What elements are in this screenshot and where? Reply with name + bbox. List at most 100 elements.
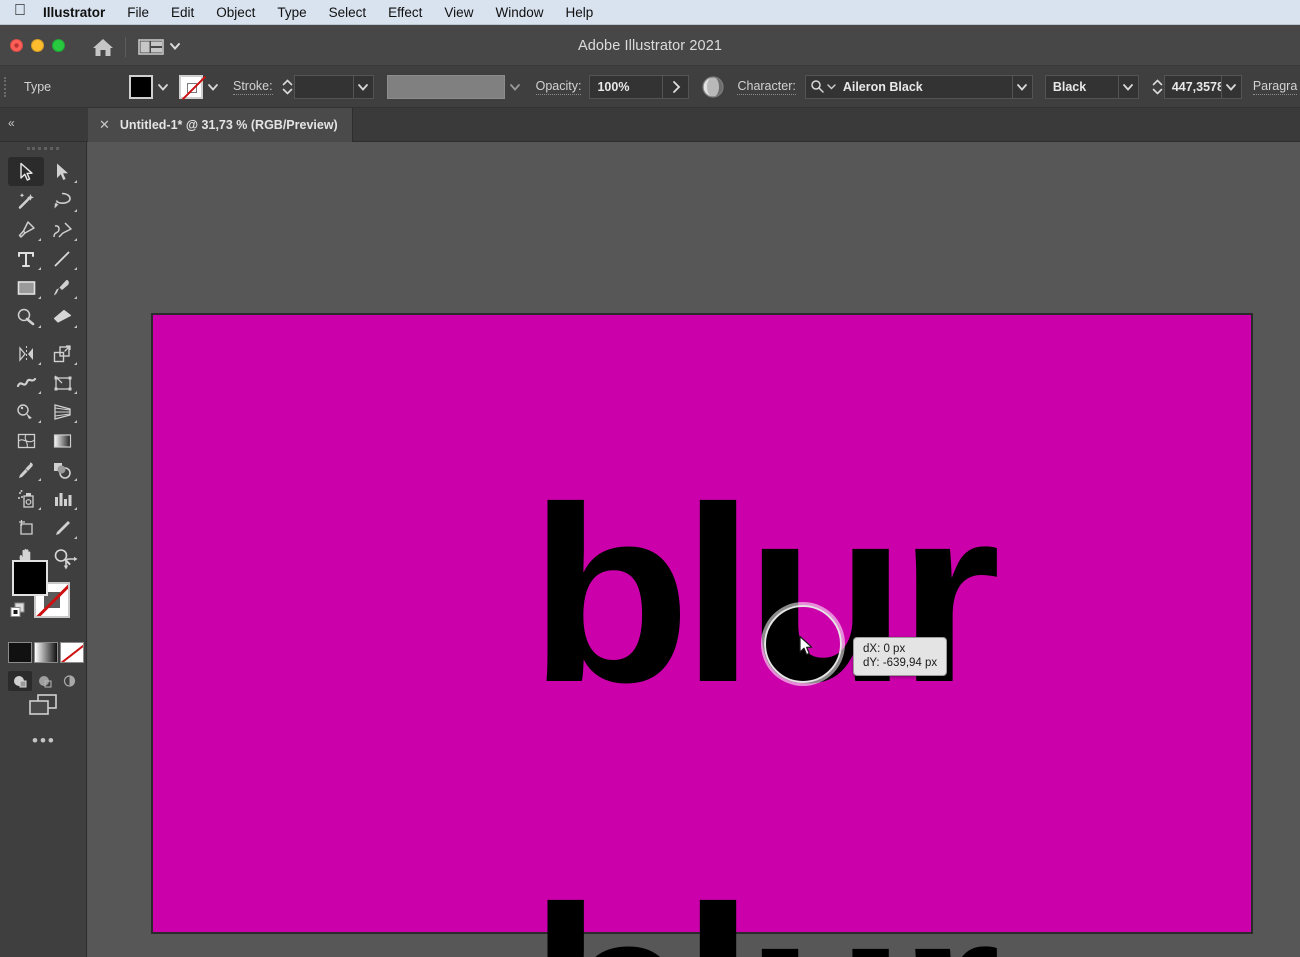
blend-tool[interactable] — [44, 455, 80, 484]
menu-item-edit[interactable]: Edit — [171, 5, 194, 20]
fill-color-swatch[interactable] — [12, 560, 48, 596]
selected-object-type-label: Type — [24, 79, 52, 94]
tool-panel-grip[interactable] — [27, 147, 59, 152]
artwork-text-top[interactable]: blur — [529, 470, 1001, 720]
close-icon[interactable]: ✕ — [99, 117, 110, 133]
maximize-window-button[interactable] — [52, 39, 65, 52]
menu-item-effect[interactable]: Effect — [388, 5, 422, 20]
fill-chevron-down-icon[interactable] — [153, 76, 173, 98]
menu-item-illustrator[interactable]: Illustrator — [43, 5, 105, 20]
line-segment-tool[interactable] — [44, 244, 80, 273]
stroke-none-swatch[interactable] — [179, 74, 203, 99]
menu-item-window[interactable]: Window — [495, 5, 543, 20]
close-window-button[interactable] — [10, 39, 23, 52]
chevron-down-icon[interactable] — [168, 39, 182, 53]
menu-item-type[interactable]: Type — [277, 5, 306, 20]
gradient-mode-button[interactable] — [34, 642, 58, 663]
control-options-bar: Type Stroke: Opacity: 100% Character: Ai… — [0, 66, 1300, 108]
none-mode-button[interactable] — [60, 642, 84, 663]
draw-behind-button[interactable] — [33, 671, 57, 691]
free-transform-tool[interactable] — [44, 368, 80, 397]
pen-tool[interactable] — [8, 215, 44, 244]
scale-tool[interactable] — [44, 339, 80, 368]
drawing-mode-buttons — [8, 671, 82, 691]
shape-builder-tool[interactable] — [8, 397, 44, 426]
stroke-profile-chevron-down-icon[interactable] — [505, 76, 525, 98]
search-icon[interactable] — [810, 79, 825, 94]
fill-swatch-group[interactable] — [129, 74, 173, 99]
edit-toolbar-icon[interactable]: ••• — [32, 732, 56, 749]
fill-swatch[interactable] — [129, 74, 153, 99]
opacity-input[interactable]: 100% — [589, 74, 664, 99]
font-size-input[interactable]: 447,3578 — [1163, 74, 1222, 99]
tools-panel: ••• — [0, 142, 87, 957]
font-style-input[interactable]: Black — [1044, 74, 1119, 99]
menu-item-help[interactable]: Help — [565, 5, 593, 20]
swap-fill-stroke-icon[interactable] — [63, 556, 80, 572]
menu-item-select[interactable]: Select — [329, 5, 367, 20]
selection-tool[interactable] — [8, 157, 44, 186]
stroke-profile-input[interactable] — [386, 74, 505, 99]
rectangle-tool[interactable] — [8, 273, 44, 302]
collapse-panel-icon[interactable]: « — [8, 116, 15, 130]
opacity-chevron-right-icon[interactable] — [663, 74, 690, 99]
perspective-grid-tool[interactable] — [44, 397, 80, 426]
window-controls — [10, 39, 65, 52]
direct-selection-tool[interactable] — [44, 157, 80, 186]
font-family-chevron-down-icon[interactable] — [1012, 74, 1033, 99]
eraser-tool[interactable] — [44, 302, 80, 331]
font-style-chevron-down-icon[interactable] — [1118, 74, 1139, 99]
eyedropper-tool[interactable] — [8, 455, 44, 484]
paintbrush-tool[interactable] — [44, 273, 80, 302]
gradient-tool[interactable] — [44, 426, 80, 455]
color-mode-button[interactable] — [8, 642, 32, 663]
control-bar-grip[interactable] — [4, 76, 8, 97]
change-screen-mode-icon[interactable] — [26, 692, 60, 718]
draw-inside-button[interactable] — [58, 671, 82, 691]
stroke-weight-stepper[interactable] — [281, 75, 294, 99]
stroke-weight-chevron-down-icon[interactable] — [353, 74, 374, 99]
document-tab[interactable]: ✕ Untitled-1* @ 31,73 % (RGB/Preview) — [88, 108, 353, 142]
tooltip-dx-line: dX: 0 px — [863, 643, 906, 655]
stroke-weight-input[interactable] — [293, 74, 354, 99]
menu-item-view[interactable]: View — [444, 5, 473, 20]
font-size-chevron-down-icon[interactable] — [1221, 74, 1242, 99]
stroke-swatch-group[interactable] — [179, 74, 223, 99]
apple-icon[interactable]:  — [14, 3, 26, 19]
mesh-tool[interactable] — [8, 426, 44, 455]
width-tool[interactable] — [8, 368, 44, 397]
font-family-input[interactable]: Aileron Black — [804, 74, 1013, 99]
fill-stroke-controls — [10, 556, 80, 635]
tooltip-dy-line: dY: -639,94 px — [863, 657, 938, 669]
artboard-tool[interactable] — [8, 513, 44, 542]
drag-measurement-tooltip: dX: 0 px dY: -639,94 px — [853, 637, 948, 676]
color-mode-buttons — [8, 642, 84, 663]
document-tab-label: Untitled-1* @ 31,73 % (RGB/Preview) — [119, 118, 338, 132]
slice-tool[interactable] — [44, 513, 80, 542]
tool-grid — [8, 157, 80, 571]
canvas-area[interactable]: blur blur dX: 0 px dY: -639,94 px — [88, 142, 1300, 957]
character-label: Character: — [737, 78, 796, 95]
magic-wand-tool[interactable] — [8, 186, 44, 215]
curvature-tool[interactable] — [44, 215, 80, 244]
font-size-stepper[interactable] — [1151, 75, 1164, 99]
minimize-window-button[interactable] — [31, 39, 44, 52]
menu-item-file[interactable]: File — [127, 5, 149, 20]
arrange-documents-icon[interactable] — [137, 37, 165, 57]
font-search-chevron-down-icon[interactable] — [827, 82, 836, 91]
default-fill-stroke-icon[interactable] — [10, 602, 26, 618]
recolor-artwork-icon[interactable] — [701, 75, 725, 99]
lasso-tool[interactable] — [44, 186, 80, 215]
draw-normal-button[interactable] — [8, 671, 32, 691]
column-graph-tool[interactable] — [44, 484, 80, 513]
shaper-tool[interactable] — [8, 302, 44, 331]
type-tool[interactable] — [8, 244, 44, 273]
symbol-sprayer-tool[interactable] — [8, 484, 44, 513]
stroke-chevron-down-icon[interactable] — [203, 76, 223, 98]
artboard[interactable]: blur blur dX: 0 px dY: -639,94 px — [151, 313, 1253, 957]
home-icon[interactable] — [90, 36, 116, 58]
mouse-cursor-arrow — [798, 635, 816, 659]
artwork-text-bottom[interactable]: blur — [529, 870, 1001, 957]
menu-item-object[interactable]: Object — [216, 5, 255, 20]
rotate-tool[interactable] — [8, 339, 44, 368]
